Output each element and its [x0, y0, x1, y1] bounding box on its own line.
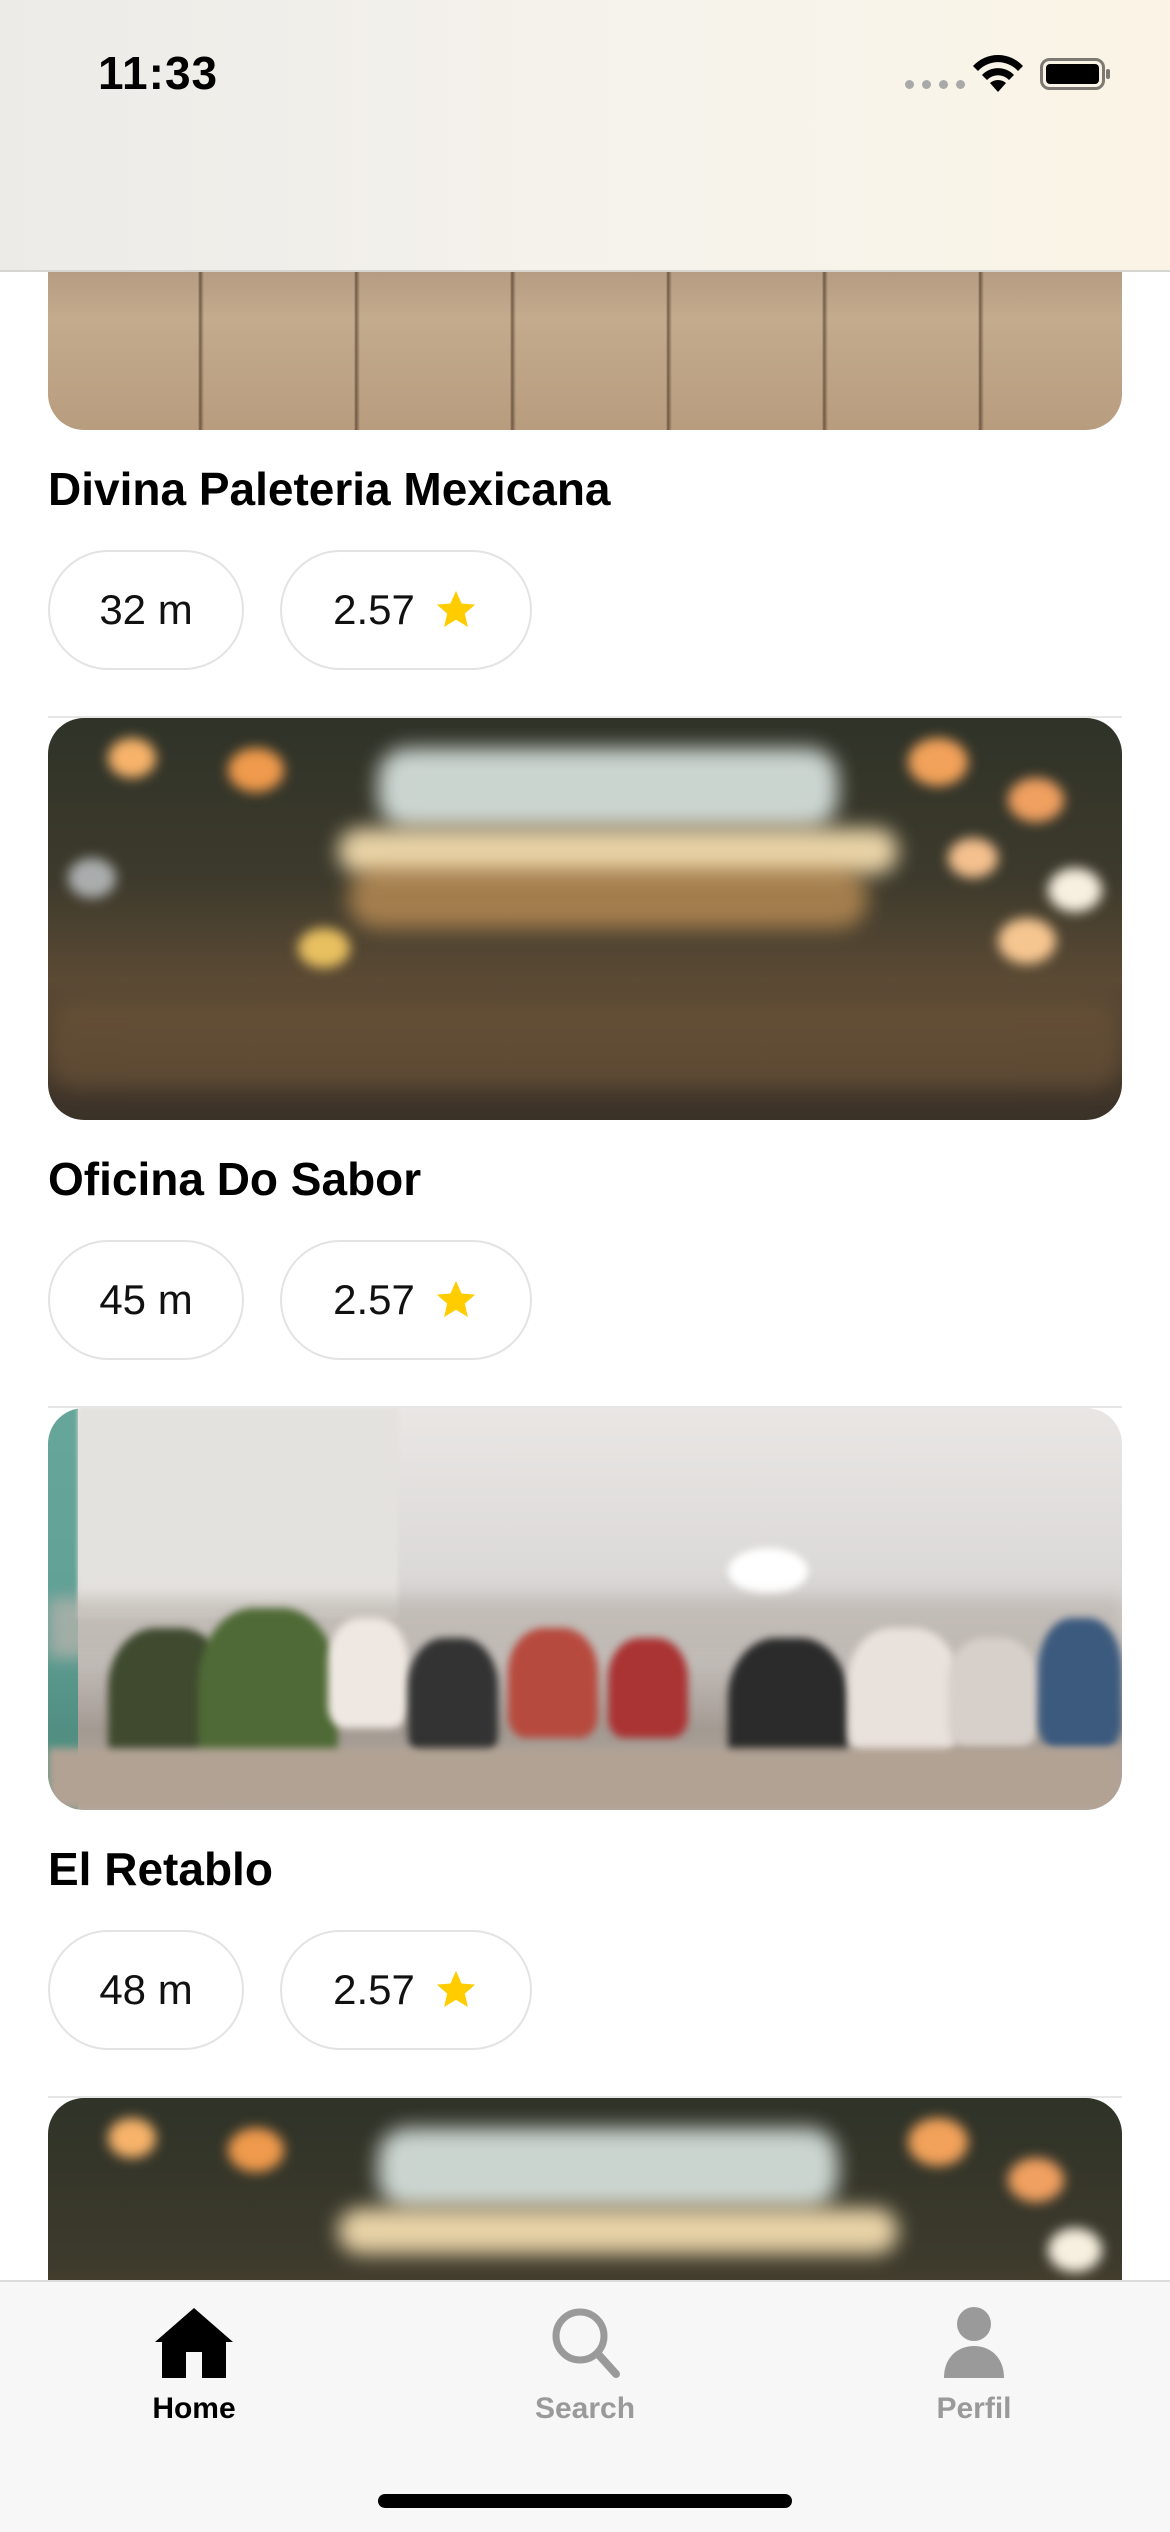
restaurant-name: El Retablo [48, 1843, 273, 1895]
star-icon [436, 590, 476, 628]
rating-badge: 2.57 [280, 550, 532, 670]
distance-text: 48 m [99, 1966, 193, 2013]
distance-text: 45 m [99, 1276, 193, 1323]
tab-search-label: Search [534, 2392, 636, 2425]
tab-home[interactable]: Home [94, 2302, 294, 2442]
cellular-signal-icon [905, 80, 965, 89]
search-icon [552, 2308, 620, 2378]
distance-text: 32 m [99, 586, 193, 633]
rating-badge: 2.57 [280, 1240, 532, 1360]
rating-text: 2.57 [333, 1966, 415, 2013]
restaurant-name: Divina Paleteria Mexicana [48, 463, 611, 515]
status-time: 11:33 [98, 47, 219, 99]
rating-text: 2.57 [333, 586, 415, 633]
person-icon [944, 2307, 1004, 2378]
distance-badge: 45 m [48, 1240, 244, 1360]
restaurant-image[interactable] [48, 718, 1122, 1120]
restaurant-card[interactable]: El Retablo 48 m 2.57 [48, 1408, 1122, 2098]
restaurant-list[interactable]: Divina Paleteria Mexicana 32 m 2.57 Ofic… [0, 0, 1170, 2532]
restaurant-card[interactable]: Oficina Do Sabor 45 m 2.57 [48, 718, 1122, 1408]
rating-text: 2.57 [333, 1276, 415, 1323]
wifi-icon [973, 55, 1023, 92]
tab-perfil[interactable]: Perfil [874, 2302, 1074, 2442]
tab-home-label: Home [152, 2392, 236, 2425]
distance-badge: 32 m [48, 550, 244, 670]
home-indicator[interactable] [378, 2494, 792, 2508]
distance-badge: 48 m [48, 1930, 244, 2050]
star-icon [436, 1970, 476, 2008]
status-bar: 11:33 [0, 0, 1170, 272]
home-icon [155, 2308, 233, 2378]
tab-perfil-label: Perfil [936, 2392, 1012, 2425]
star-icon [436, 1280, 476, 1318]
battery-icon [1040, 58, 1110, 90]
restaurant-image[interactable] [48, 1408, 1122, 1810]
tab-search[interactable]: Search [485, 2302, 685, 2442]
restaurant-name: Oficina Do Sabor [48, 1153, 422, 1205]
rating-badge: 2.57 [280, 1930, 532, 2050]
